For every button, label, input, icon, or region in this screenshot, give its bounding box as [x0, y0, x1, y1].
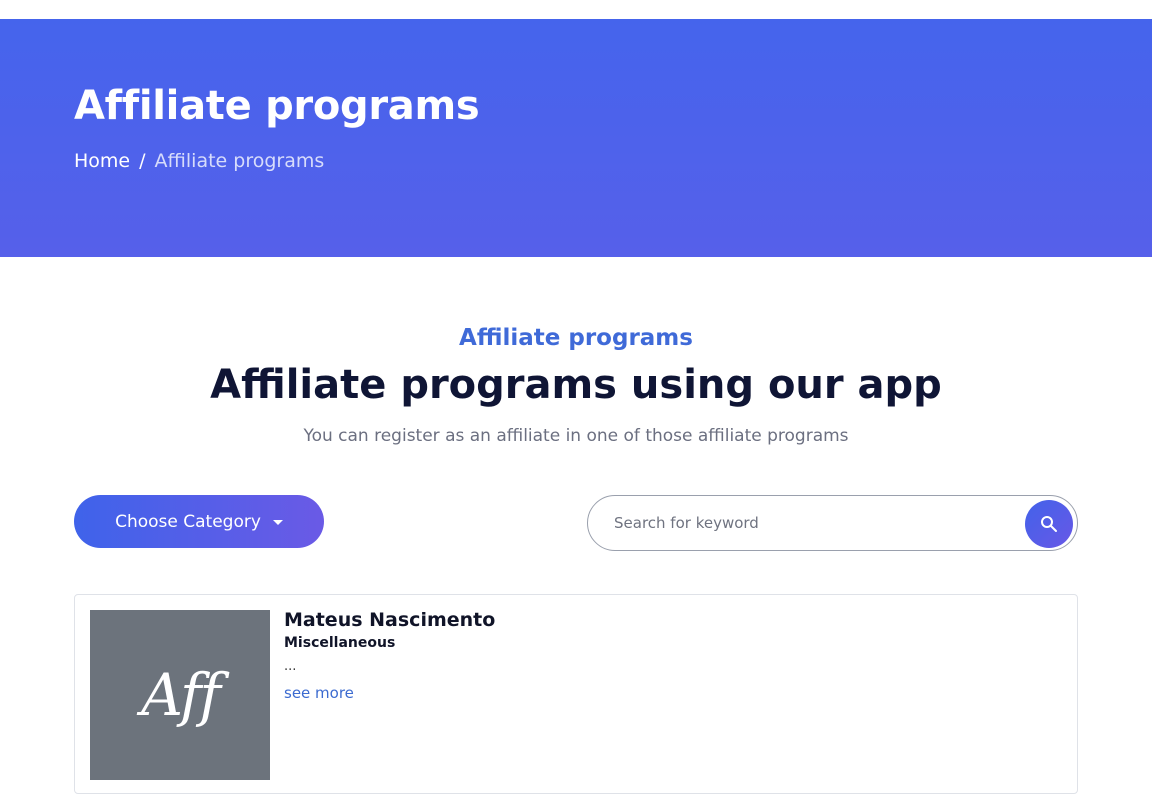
- program-card: Aff Mateus Nascimento Miscellaneous ... …: [74, 594, 1078, 794]
- section-title: Affiliate programs using our app: [210, 362, 942, 408]
- breadcrumb-home-link[interactable]: Home: [74, 150, 130, 172]
- search-bar: [587, 495, 1078, 551]
- choose-category-dropdown[interactable]: Choose Category: [74, 495, 324, 548]
- see-more-link[interactable]: see more: [284, 684, 354, 702]
- search-icon: [1041, 516, 1057, 532]
- program-thumbnail-text: Aff: [141, 661, 221, 729]
- chevron-down-icon: [272, 520, 283, 525]
- program-description: ...: [284, 659, 297, 674]
- program-name[interactable]: Mateus Nascimento: [284, 609, 495, 631]
- section-eyebrow: Affiliate programs: [459, 325, 693, 351]
- section-subtitle: You can register as an affiliate in one …: [303, 426, 849, 446]
- program-category: Miscellaneous: [284, 635, 396, 651]
- breadcrumb-separator: /: [139, 150, 146, 172]
- program-thumbnail[interactable]: Aff: [90, 610, 270, 780]
- top-navbar: [0, 0, 1152, 19]
- search-input[interactable]: [614, 496, 1014, 550]
- choose-category-label: Choose Category: [115, 511, 261, 532]
- page-header-banner: Affiliate programs Home / Affiliate prog…: [0, 19, 1152, 257]
- search-button[interactable]: [1025, 500, 1073, 548]
- breadcrumb-current: Affiliate programs: [154, 150, 325, 172]
- page-title: Affiliate programs: [74, 83, 480, 129]
- breadcrumb: Home / Affiliate programs: [74, 150, 324, 172]
